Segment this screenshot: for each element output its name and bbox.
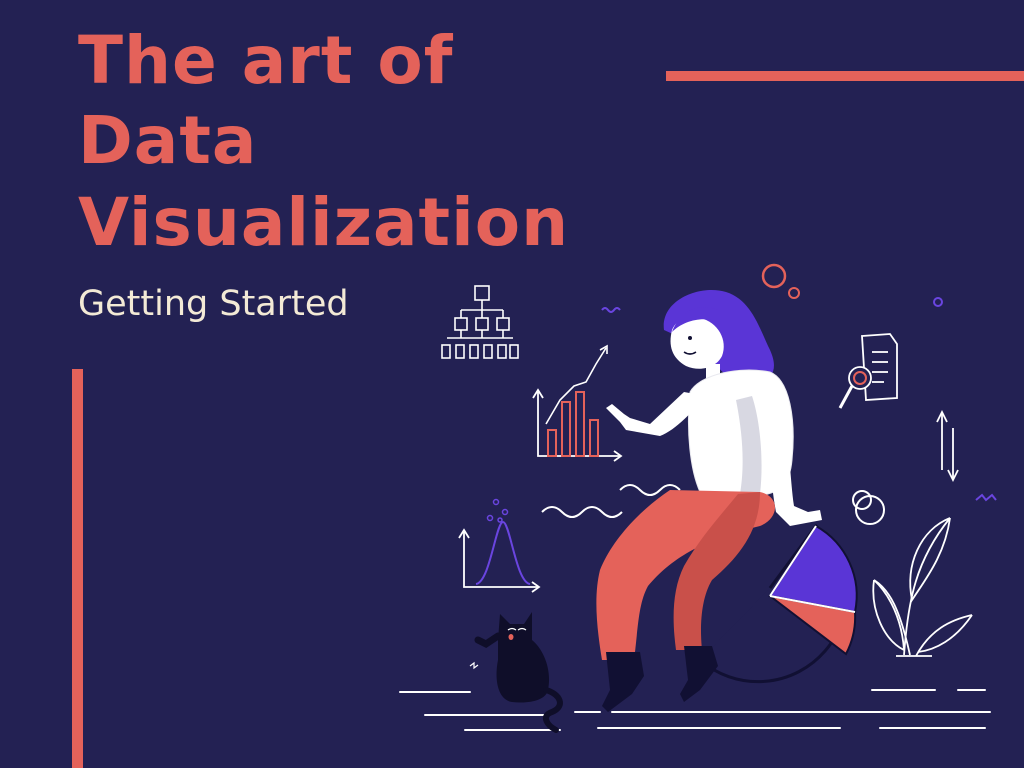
circle-decoration <box>761 263 787 289</box>
circle-decoration <box>933 297 943 307</box>
circle-decoration <box>788 287 800 299</box>
plant-icon <box>872 517 973 657</box>
cat-icon <box>469 612 563 733</box>
data-visualization-illustration <box>399 263 997 733</box>
up-down-arrows-icon <box>936 409 959 483</box>
org-chart-icon <box>441 285 519 359</box>
bar-chart-icon <box>532 344 623 462</box>
squiggle-decoration <box>975 493 997 502</box>
bell-curve-icon <box>458 498 541 593</box>
ground-lines <box>399 689 991 731</box>
squiggle-decoration <box>601 307 621 313</box>
document-magnifier-icon <box>838 333 898 409</box>
wave-decoration <box>541 506 623 518</box>
